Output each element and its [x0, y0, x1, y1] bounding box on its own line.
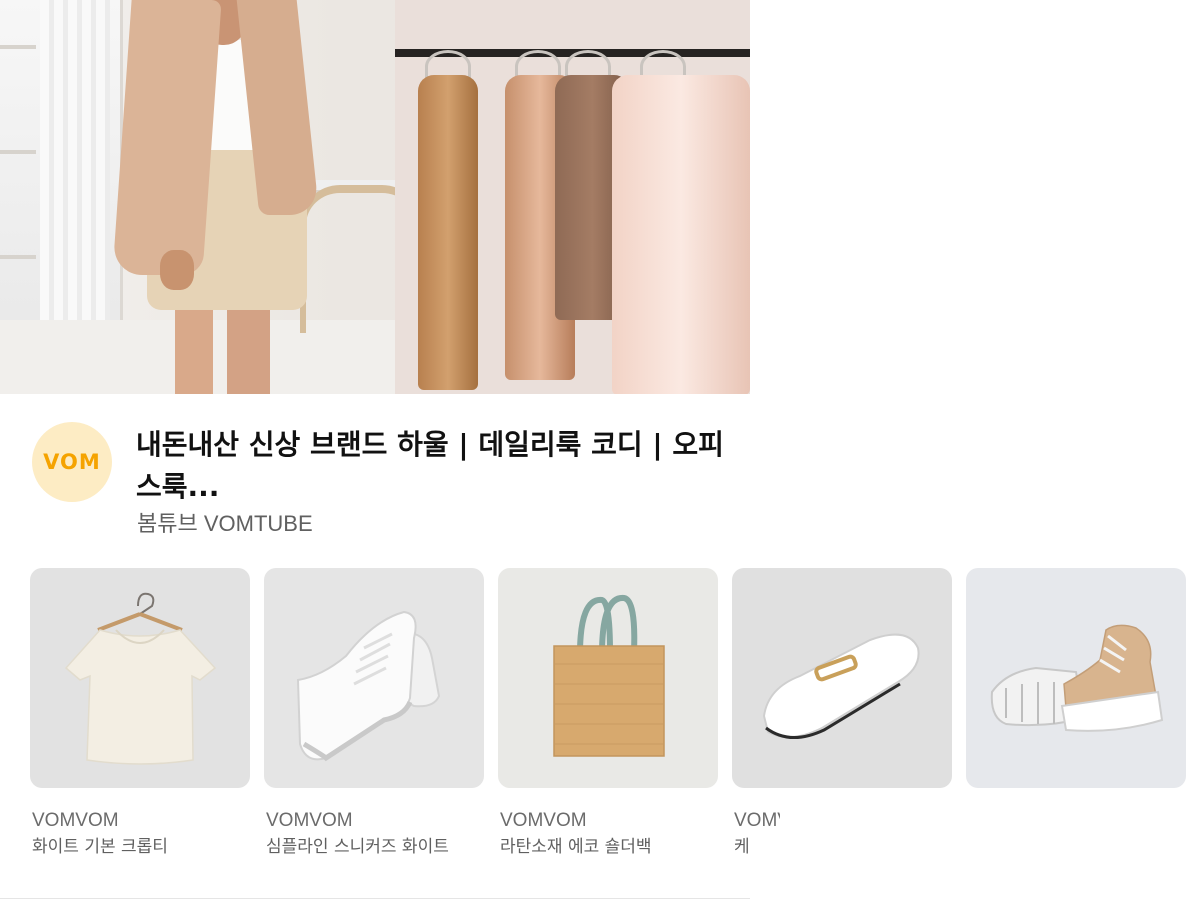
shelf	[0, 45, 36, 49]
product-brand: VOMVOM	[32, 810, 119, 831]
divider	[0, 898, 750, 899]
shelf	[0, 255, 36, 259]
model-legs	[175, 300, 270, 394]
product-name: 심플라인 스니커즈 화이트	[266, 837, 449, 857]
product-card[interactable]	[966, 568, 1186, 810]
product-card[interactable]: VOMVOM 화이트 기본 크롭티	[30, 568, 250, 860]
product-brand: VOMVOM	[500, 810, 587, 831]
tote-bag-icon	[553, 595, 665, 757]
video-thumbnail[interactable]	[0, 0, 750, 394]
product-shelf: VOMVOM 화이트 기본 크롭티 VOMVOM 심플라인 스니커즈 화이트 V…	[30, 568, 1186, 901]
channel-avatar[interactable]: VOM	[32, 422, 112, 502]
product-name: 케	[734, 837, 750, 857]
channel-name[interactable]: 봄튜브 VOMTUBE	[137, 506, 313, 538]
avatar-text: VOM	[43, 450, 101, 474]
loafer-mule-icon	[762, 633, 920, 740]
shelf	[0, 150, 36, 154]
product-name: 라탄소재 에코 숄더백	[500, 837, 652, 857]
product-thumbnail[interactable]	[498, 568, 718, 788]
hanging-jacket	[418, 75, 478, 390]
hanging-blouse	[612, 75, 750, 394]
curtain	[40, 0, 110, 330]
product-text-clip: VOMVOM 케	[732, 788, 780, 860]
cropped-tee-icon	[64, 592, 217, 765]
video-title[interactable]: 내돈내산 신상 브랜드 하울 | 데일리룩 코디 | 오피스룩...	[136, 424, 736, 508]
sneakers-icon	[296, 610, 441, 762]
product-brand: VOMVOM	[266, 810, 353, 831]
model-blazer	[112, 0, 222, 275]
product-card[interactable]: VOMVOM 케	[732, 568, 952, 860]
product-card[interactable]: VOMVOM 심플라인 스니커즈 화이트	[264, 568, 484, 860]
product-name: 화이트 기본 크롭티	[32, 837, 168, 857]
boots-icon	[990, 624, 1164, 732]
product-thumbnail[interactable]	[732, 568, 952, 788]
product-thumbnail[interactable]	[30, 568, 250, 788]
product-thumbnail[interactable]	[966, 568, 1186, 788]
product-thumbnail[interactable]	[264, 568, 484, 788]
product-brand: VOMVOM	[734, 810, 780, 831]
model-hand	[160, 250, 194, 290]
product-card[interactable]: VOMVOM 라탄소재 에코 숄더백	[498, 568, 718, 860]
